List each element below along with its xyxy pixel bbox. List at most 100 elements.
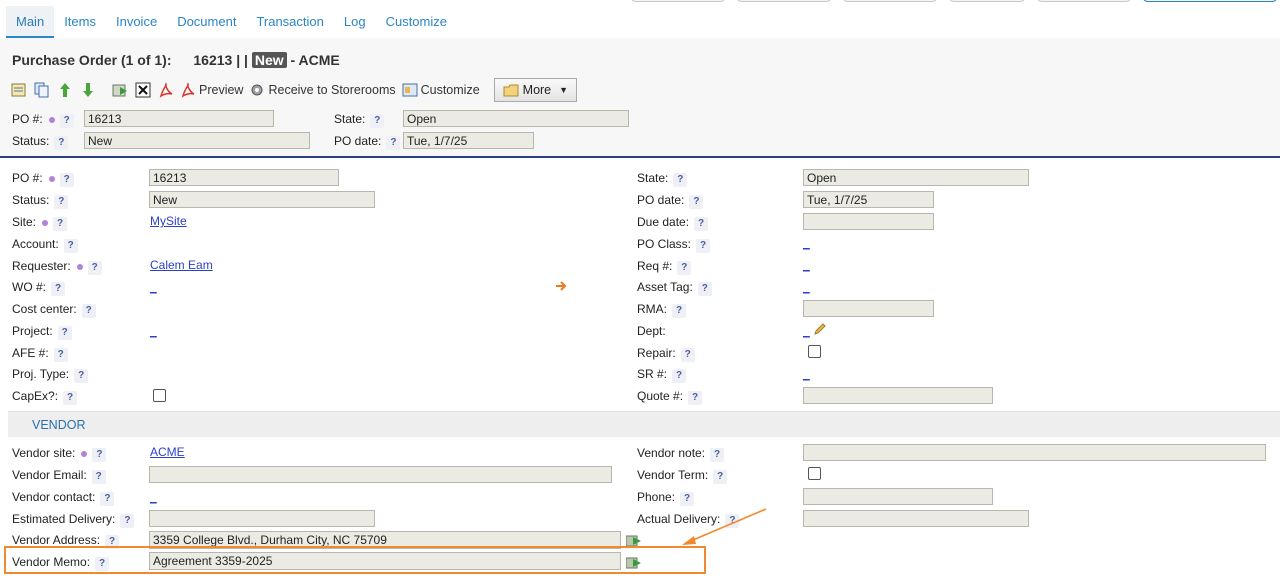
capex-checkbox[interactable] [153,389,166,402]
help-icon[interactable]: ? [92,448,107,462]
state-field[interactable]: Open [803,169,1029,186]
header-status-label: Status:? [12,134,69,150]
tab-invoice[interactable]: Invoice [106,6,167,38]
due-date-field[interactable] [803,213,934,230]
top-partial-button[interactable] [630,0,726,2]
top-partial-button[interactable] [948,0,1026,2]
asset-tag-link[interactable]: _ [803,280,810,294]
actual-delivery-field[interactable] [803,510,1029,527]
arrow-right-icon[interactable] [554,279,568,296]
rma-field[interactable] [803,300,934,317]
req-label: Req #:? [637,259,692,275]
top-partial-button[interactable] [736,0,832,2]
vendor-site-link[interactable]: ACME [150,445,185,459]
help-icon[interactable]: ? [689,195,704,209]
arrow-down-icon[interactable] [79,81,97,99]
help-icon[interactable]: ? [677,261,692,275]
po-number-field[interactable]: 16213 [149,169,339,186]
help-icon[interactable]: ? [688,391,703,405]
top-partial-button[interactable] [1142,0,1278,2]
customize-label: Customize [420,83,480,97]
help-icon[interactable]: ? [672,304,686,318]
help-icon[interactable]: ? [696,239,711,253]
phone-field[interactable] [803,488,993,505]
vendor-section-header[interactable]: VENDOR [8,411,1280,437]
tab-main[interactable]: Main [6,6,55,38]
pencil-icon[interactable] [813,322,827,339]
header-status-field[interactable]: New [84,132,310,149]
help-icon[interactable]: ? [673,173,688,187]
help-icon[interactable]: ? [710,448,725,462]
pdf-icon[interactable] [157,81,175,99]
help-icon[interactable]: ? [51,282,66,296]
phone-label-text: Phone: [637,490,676,504]
wo-link[interactable]: _ [150,280,157,294]
tab-transaction[interactable]: Transaction [246,6,333,38]
cost-center-label: Cost center:? [12,302,96,318]
header-state-field[interactable]: Open [403,110,629,127]
site-label-text: Site: [12,215,37,229]
help-icon[interactable]: ? [53,348,68,362]
customize-button[interactable]: Customize [402,82,480,98]
header-po-field[interactable]: 16213 [84,110,274,127]
requester-link[interactable]: Calem Eam [150,258,213,272]
preview-button[interactable]: Preview [180,82,243,98]
vendor-email-field[interactable] [149,466,612,483]
delete-icon[interactable] [134,81,152,99]
title-number: 16213 | | [193,52,248,68]
estimated-delivery-field[interactable] [149,510,375,527]
top-partial-button[interactable] [1036,0,1132,2]
edit-icon[interactable] [10,81,28,99]
more-label: More [522,83,552,97]
help-icon[interactable]: ? [59,173,74,187]
help-icon[interactable]: ? [63,239,78,253]
help-icon[interactable]: ? [57,326,72,340]
help-icon[interactable]: ? [53,217,68,231]
req-link[interactable]: _ [803,258,810,272]
help-icon[interactable]: ? [694,217,709,231]
receive-to-storerooms-button[interactable]: Receive to Storerooms [249,82,396,98]
help-icon[interactable]: ? [713,470,728,484]
po-class-link[interactable]: _ [803,236,810,250]
help-icon[interactable]: ? [120,514,135,528]
po-date-field[interactable]: Tue, 1/7/25 [803,191,934,208]
wo-label-text: WO #: [12,280,47,294]
more-button[interactable]: More ▼ [493,78,578,102]
site-link[interactable]: MySite [150,214,187,228]
help-icon[interactable]: ? [386,136,401,150]
refresh-icon[interactable] [111,81,129,99]
vendor-site-label-text: Vendor site: [12,446,76,460]
dept-link[interactable]: _ [803,324,810,338]
repair-checkbox[interactable] [808,345,821,358]
status-field[interactable]: New [149,191,375,208]
help-icon[interactable]: ? [100,492,115,506]
help-icon[interactable]: ? [63,391,78,405]
project-link[interactable]: _ [150,324,157,338]
vendor-contact-link[interactable]: _ [150,490,157,504]
sr-label-text: SR #: [637,367,668,381]
help-icon[interactable]: ? [697,282,712,296]
help-icon[interactable]: ? [680,348,695,362]
help-icon[interactable]: ? [54,195,69,209]
tab-log[interactable]: Log [334,6,376,38]
copy-icon[interactable] [33,81,51,99]
help-icon[interactable]: ? [87,261,102,275]
tab-document[interactable]: Document [167,6,246,38]
vendor-term-checkbox[interactable] [808,467,821,480]
help-icon[interactable]: ? [370,114,385,128]
tab-customize[interactable]: Customize [376,6,457,38]
arrow-up-icon[interactable] [56,81,74,99]
help-icon[interactable]: ? [672,369,687,383]
help-icon[interactable]: ? [680,492,695,506]
help-icon[interactable]: ? [81,304,96,318]
help-icon[interactable]: ? [59,114,74,128]
sr-link[interactable]: _ [803,367,810,381]
help-icon[interactable]: ? [74,369,89,383]
vendor-note-field[interactable] [803,444,1266,461]
top-partial-button[interactable] [842,0,938,2]
help-icon[interactable]: ? [54,136,69,150]
tab-items[interactable]: Items [54,6,106,38]
header-po-date-field[interactable]: Tue, 1/7/25 [403,132,534,149]
help-icon[interactable]: ? [91,470,106,484]
quote-field[interactable] [803,387,993,404]
